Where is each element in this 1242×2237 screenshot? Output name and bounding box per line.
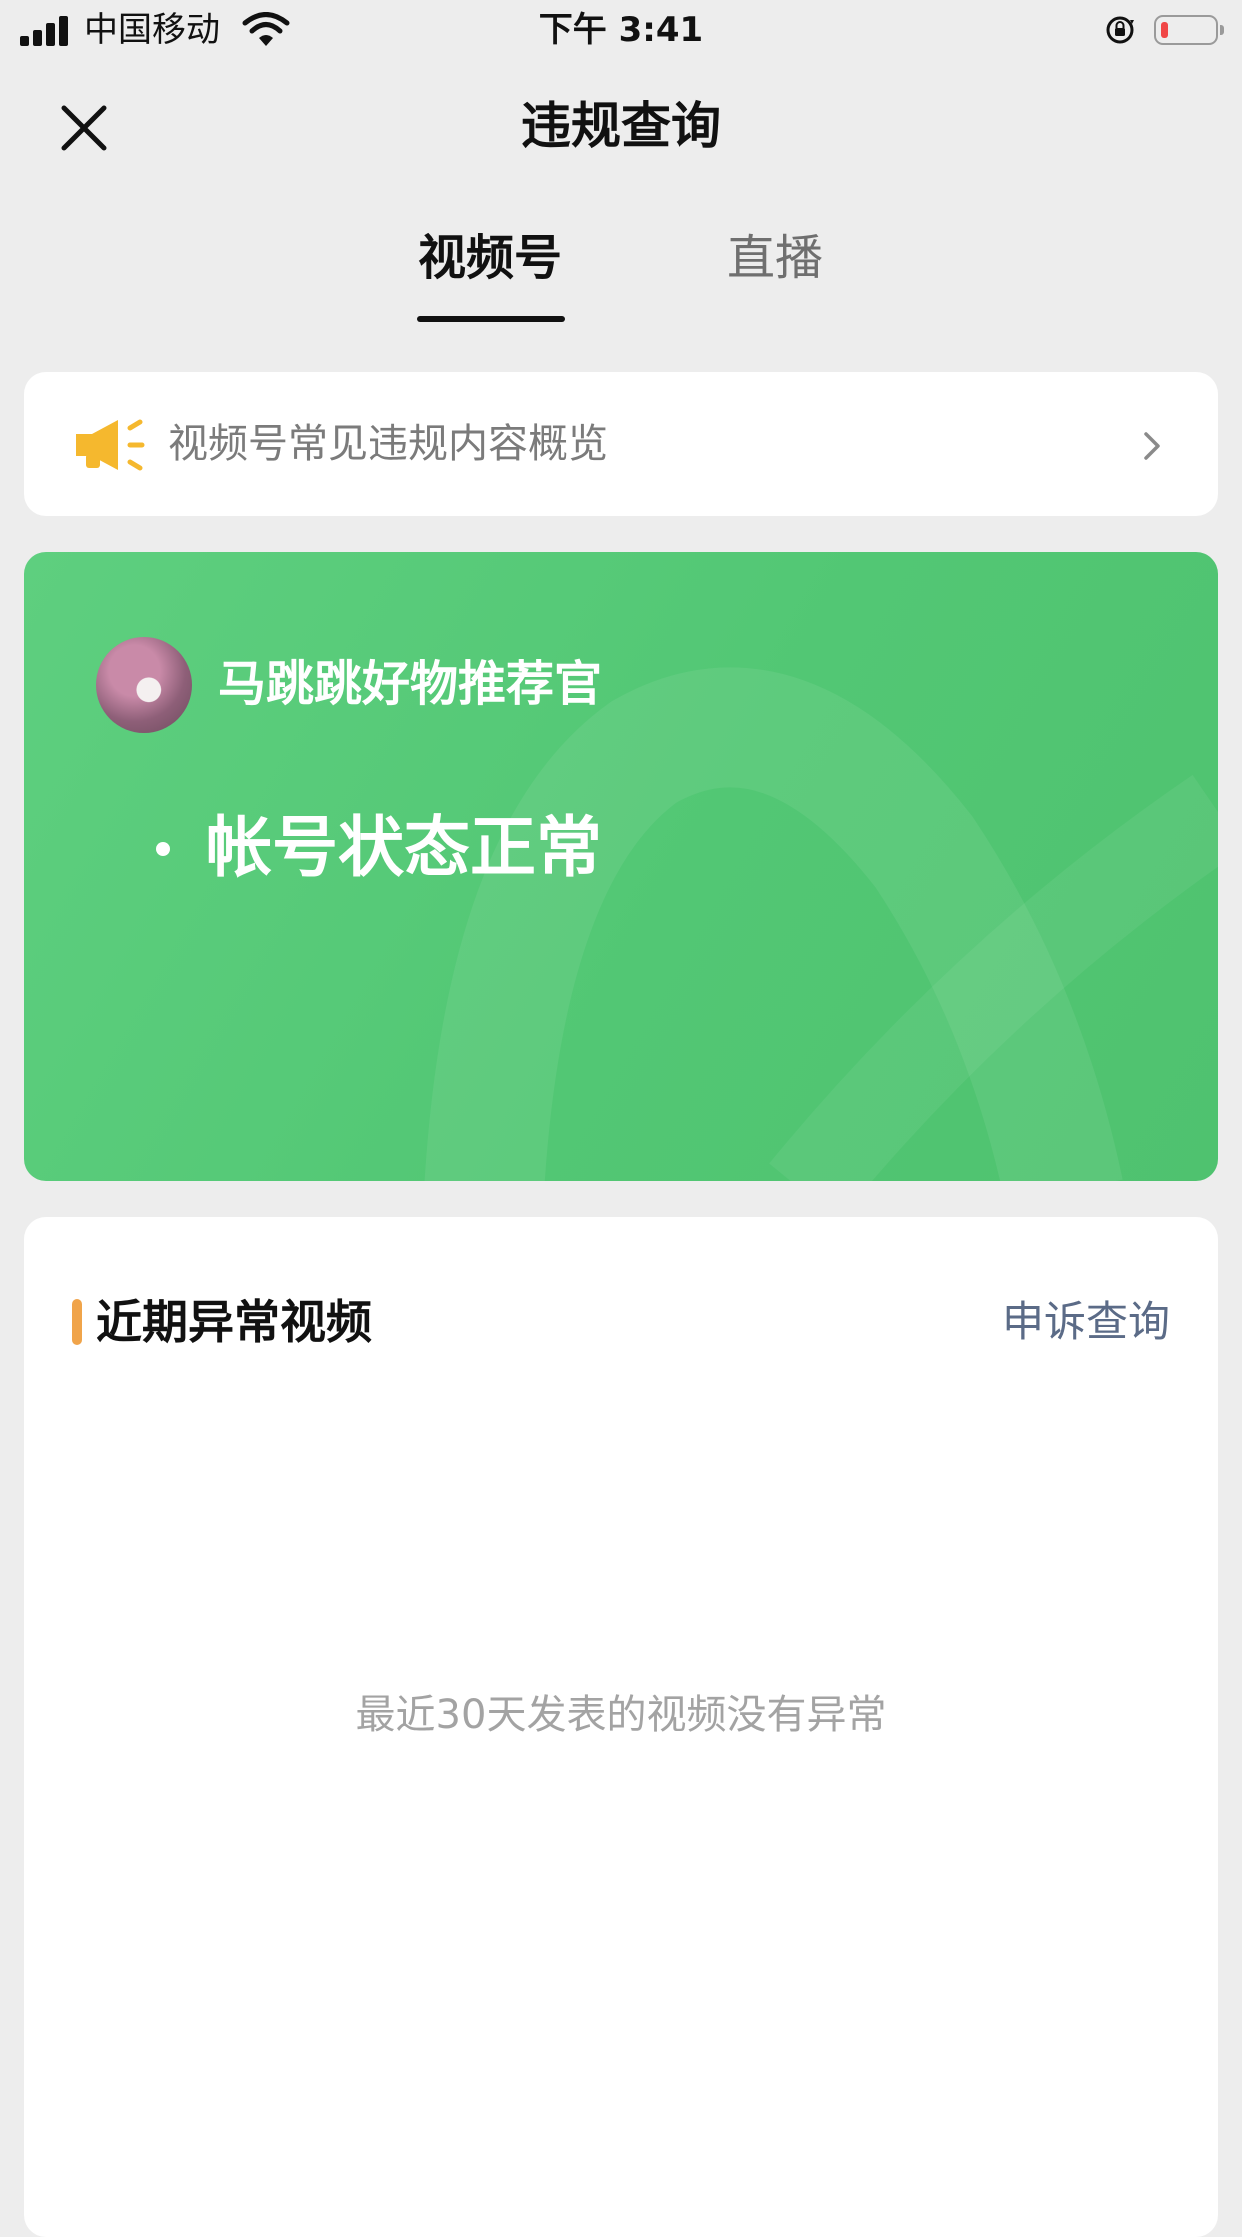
status-bar: 中国移动 下午 3:41 <box>0 0 1242 62</box>
account-status-card: 马跳跳好物推荐官 帐号状态正常 <box>24 552 1218 1181</box>
section-title: 近期异常视频 <box>96 1295 372 1349</box>
violation-overview-text: 视频号常见违规内容概览 <box>168 421 608 467</box>
empty-state-text: 最近30天发表的视频没有异常 <box>355 1692 887 1738</box>
page-title: 违规查询 <box>521 97 721 155</box>
avatar <box>96 637 192 733</box>
battery-icon <box>1154 15 1224 45</box>
orientation-lock-icon <box>1106 16 1134 44</box>
active-tab-indicator <box>417 316 565 322</box>
account-name: 马跳跳好物推荐官 <box>218 656 603 712</box>
recent-abnormal-videos-card: 近期异常视频 申诉查询 最近30天发表的视频没有异常 <box>24 1217 1218 2237</box>
tab-video-channel[interactable]: 视频号 <box>418 224 562 292</box>
tab-live[interactable]: 直播 <box>727 224 823 292</box>
status-bullet <box>156 842 170 856</box>
clock: 下午 3:41 <box>538 10 704 50</box>
account-status-text: 帐号状态正常 <box>206 809 602 886</box>
chevron-right-icon <box>1144 432 1160 460</box>
section-accent-bar <box>72 1299 82 1345</box>
megaphone-icon <box>76 419 145 471</box>
background-decoration <box>424 667 1218 1181</box>
violation-overview-link[interactable]: 视频号常见违规内容概览 <box>24 372 1218 516</box>
appeal-query-link[interactable]: 申诉查询 <box>1002 1289 1170 1355</box>
